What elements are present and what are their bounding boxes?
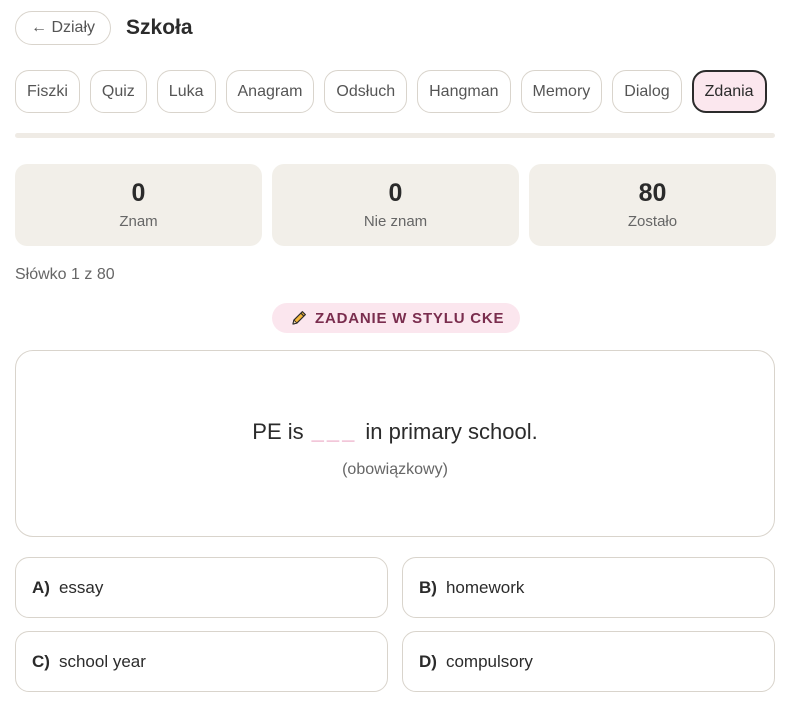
tab-hangman[interactable]: Hangman [417,70,511,113]
tab-dialog[interactable]: Dialog [612,70,682,113]
answer-options: A) essay B) homework C) school year D) c… [15,557,775,692]
question-card: PE is ___ in primary school. (obowiązkow… [15,350,775,537]
sentence-end: in primary school. [365,418,538,444]
option-text: homework [445,577,525,597]
sentence-start: PE is [252,418,304,444]
option-text: school year [58,651,146,671]
stat-label: Zostało [627,213,678,231]
answer-option-c[interactable]: C) school year [15,631,388,692]
pencil-icon [290,309,308,327]
option-letter: C) [32,651,50,671]
question-hint: (obowiązkowy) [342,460,448,478]
option-letter: A) [32,577,50,597]
answer-option-a[interactable]: A) essay [15,557,388,618]
header: ← Działy Szkoła [15,10,193,46]
answer-option-b[interactable]: B) homework [402,557,775,618]
option-text: essay [58,577,104,597]
stat-unknown: 0 Nie znam [272,164,519,246]
word-counter: Słówko 1 z 80 [15,266,115,283]
sentence-blank: ___ [311,418,358,444]
tab-label: Anagram [237,82,303,100]
tab-anagram[interactable]: Anagram [225,70,315,113]
question-sentence: PE is ___ in primary school. [252,419,537,445]
stat-remaining: 80 Zostało [529,164,776,246]
stat-label: Nie znam [363,213,428,231]
tab-label: Hangman [429,82,499,100]
tab-fiszki[interactable]: Fiszki [15,70,80,113]
option-letter: D) [419,651,437,671]
tab-label: Quiz [101,82,135,100]
stat-value: 0 [131,178,146,207]
tab-zdania[interactable]: Zdania [691,70,767,113]
progress-bar [15,133,775,138]
stat-value: 80 [638,178,667,207]
tab-label: Odsłuch [336,82,396,100]
stats-row: 0 Znam 0 Nie znam 80 Zostało [15,164,776,246]
option-letter: B) [419,577,437,597]
back-button-label: ← Działy [31,19,96,36]
stat-value: 0 [388,178,403,207]
tab-quiz[interactable]: Quiz [89,70,147,113]
tab-label: Luka [168,82,204,100]
page-title: Szkoła [126,16,193,39]
answer-option-d[interactable]: D) compulsory [402,631,775,692]
tab-label: Memory [532,82,591,100]
mode-tabs: Fiszki Quiz Luka Anagram Odsłuch Hangman… [15,70,767,113]
badge-label: ZADANIE W STYLU CKE [315,309,505,327]
tab-label: Fiszki [27,82,68,100]
back-button[interactable]: ← Działy [15,11,112,45]
tab-luka[interactable]: Luka [156,70,216,113]
tab-label: Zdania [704,82,754,100]
stat-known: 0 Znam [15,164,262,246]
option-text: compulsory [445,651,533,671]
tab-label: Dialog [624,82,670,100]
tab-odsluch[interactable]: Odsłuch [324,70,408,113]
tab-memory[interactable]: Memory [520,70,603,113]
task-style-badge: ZADANIE W STYLU CKE [272,303,521,333]
stat-label: Znam [119,213,158,231]
